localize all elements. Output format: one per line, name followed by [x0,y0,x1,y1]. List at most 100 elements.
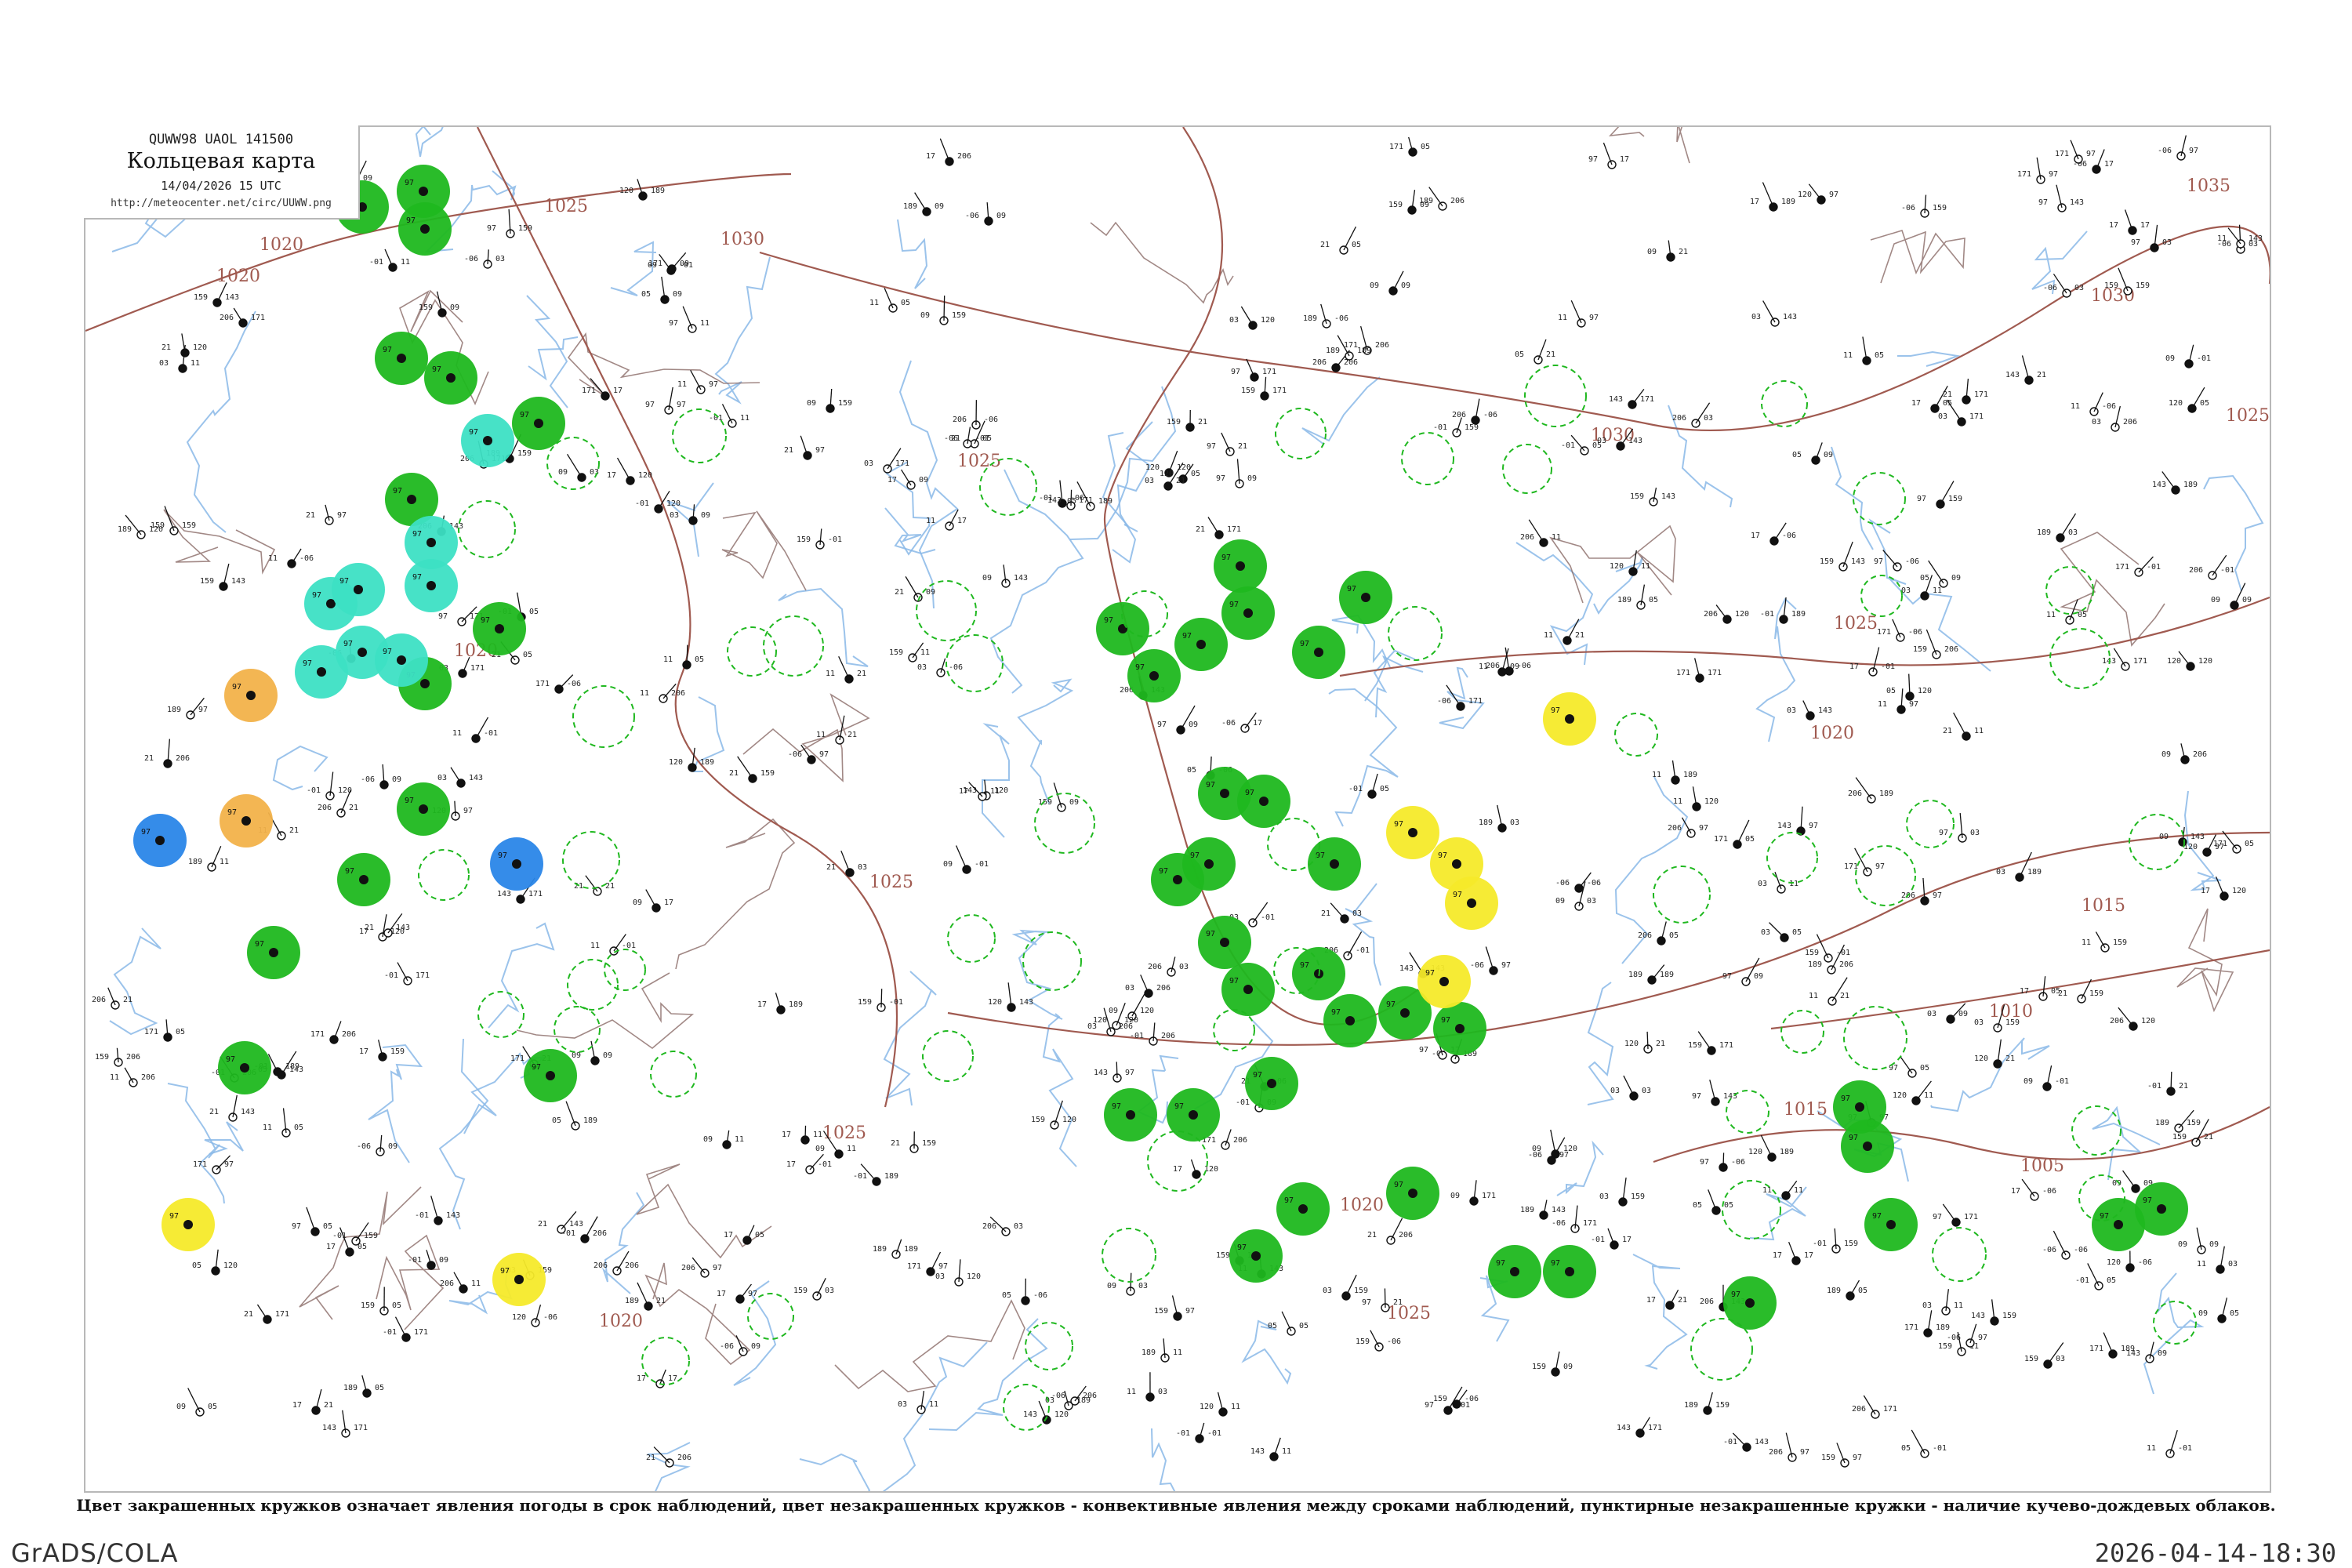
station-temp: 97 [1207,442,1216,451]
station-value: 97 [405,179,414,187]
river [1017,678,1074,804]
station-plot: 21 159 [891,1131,936,1153]
station-pressure: 05 [323,1222,332,1231]
station-temp: 11 [110,1073,119,1082]
station-pressure: 97 [2189,147,2198,155]
station-plot: 189 159 [2155,1109,2201,1133]
station-plot: -06 03 [464,249,505,269]
station-plot: 05 09 [641,276,682,304]
station-temp: -01 [2147,1082,2161,1091]
station-pressure: 171 [470,664,485,673]
admin-boundary [163,509,276,575]
station-dot [1886,1220,1896,1229]
station-plot: -06 09 [965,202,1006,226]
wind-barb [1281,1311,1292,1332]
station-temp: 11 [1127,1388,1136,1396]
station-plot: 206 -01 [2189,554,2234,580]
station-dot [512,859,521,869]
station-pressure: 189 [1781,198,1795,206]
river [883,971,937,1106]
station-temp: 120 [619,187,633,195]
station-pressure: 05 [1352,241,1361,249]
wind-barb [566,453,583,478]
convective-ring [1022,931,1082,991]
wind-barb [256,1304,268,1320]
river [1328,688,1399,827]
isobar-label-1015-east: 1015 [2082,896,2125,916]
station-value: 97 [1245,789,1254,797]
station-plot: -01 09 [408,1250,448,1270]
station-pressure: 189 [2183,481,2198,489]
station-temp: -01 [1348,785,1363,793]
precip-station: 97 [247,926,300,979]
station-plot: 03 159 [1599,1177,1645,1207]
river [1930,1037,2050,1112]
station-pressure: 189 [583,1116,597,1125]
station-pressure: 189 [1780,1148,1794,1156]
station-plot: 21 143 [538,1210,583,1234]
station-pressure: 143 [231,577,245,586]
station-pressure: -06 [1587,879,1601,887]
station-temp: 11 [2217,234,2227,243]
station-temp: 159 [1433,1395,1447,1403]
station-pressure: 206 [625,1261,639,1270]
station-pressure: 21 [1678,1296,1687,1305]
station-plot: 120 189 [619,179,665,201]
station-plot: 120 -06 [512,1304,557,1327]
station-temp: 09 [2198,1309,2208,1318]
convective-ring [2129,814,2185,870]
precip-station: 97 [1104,1088,1157,1142]
station-pressure: -06 [567,680,581,688]
station-value: 97 [1331,1008,1341,1017]
station-pressure: 159 [1354,1287,1368,1295]
station-temp: 159 [1241,387,1255,395]
station-value: 97 [1441,1016,1450,1025]
station-temp: 11 [816,731,826,739]
station-temp: 21 [244,1310,253,1319]
station-pressure: 11 [929,1400,938,1409]
precip-station: 97 [1198,916,1251,969]
station-plot: 11 97 [1878,688,1918,714]
precip-station: 97 [1237,775,1290,828]
station-temp: 143 [1777,822,1791,830]
wind-barb [804,1125,807,1141]
station-dot [1745,1298,1755,1308]
wind-barb [1836,1443,1846,1464]
station-dot [1298,1204,1308,1214]
station-dot [1220,789,1229,798]
station-value: 97 [406,216,416,225]
station-plot: 05 120 [192,1249,238,1276]
station-pressure: 143 [2190,833,2205,841]
station-temp: 206 [318,804,332,812]
station-plot: -06 -06 [1555,872,1601,893]
precip-station: 97 [1245,1057,1298,1110]
station-plot: 17 11 [959,782,1000,801]
station-temp: 159 [361,1301,375,1310]
station-temp: 171 [582,387,596,395]
station-temp: 206 [92,996,106,1004]
wind-barb [737,756,753,779]
station-pressure: 03 [825,1287,834,1295]
station-plot: 05 05 [1268,1311,1308,1336]
station-pressure: 21 [324,1401,333,1410]
station-plot: 206 -06 [1452,398,1497,425]
station-temp: 03 [1996,868,2005,877]
isobar-label-1025-center-north: 1025 [957,452,1001,471]
station-plot: 171 05 [1714,819,1755,849]
station-pressure: 03 [1704,414,1713,423]
station-plot: 17 189 [1750,182,1795,212]
station-pressure: 159 [1844,1240,1858,1248]
station-pressure: 21 [1656,1040,1665,1048]
station-plot: -06 97 [1470,946,1511,975]
snow-station: 97 [332,563,385,616]
station-pressure: 97 [224,1160,234,1169]
river [1042,1013,1077,1167]
station-pressure: 171 [1648,1424,1662,1432]
station-temp: -01 [2075,1276,2089,1285]
station-temp: 171 [193,1160,207,1169]
map-source-url[interactable]: http://meteocenter.net/circ/UUWW.png [84,198,358,209]
station-pressure: 120 [2198,657,2212,666]
station-plot: 189 03 [2037,513,2078,543]
station-temp: 171 [144,1028,158,1036]
station-temp: -06 [1437,697,1451,706]
